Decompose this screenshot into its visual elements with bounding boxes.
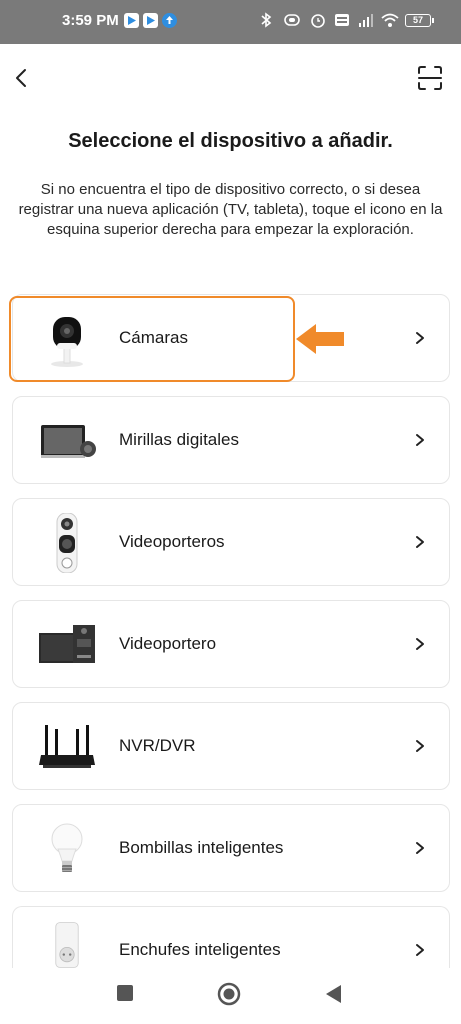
video-intercom-icon xyxy=(39,625,95,663)
chevron-right-icon xyxy=(416,434,424,446)
back-arrow-icon[interactable] xyxy=(10,64,34,92)
bluetooth-icon xyxy=(261,12,272,28)
page-title: Seleccione el dispositivo a añadir. xyxy=(68,130,393,152)
vibrate-icon xyxy=(284,14,300,26)
device-item-enchufes-inteligentes[interactable]: Enchufes inteligentes xyxy=(12,906,450,968)
digital-peephole-icon xyxy=(41,425,96,458)
chevron-right-icon xyxy=(416,842,424,854)
chevron-right-icon xyxy=(416,536,424,548)
play-store-icon xyxy=(143,13,158,28)
device-item-videoporteros[interactable]: Videoporteros xyxy=(12,498,450,586)
chevron-right-icon xyxy=(416,638,424,650)
signal-icon xyxy=(359,14,373,27)
device-label: Videoportero xyxy=(119,634,217,653)
device-item-mirillas-digitales[interactable]: Mirillas digitales xyxy=(12,396,450,484)
indoor-camera-icon xyxy=(51,317,83,367)
volte-icon xyxy=(335,14,349,26)
smart-bulb-icon xyxy=(51,823,83,872)
device-item-camaras[interactable]: Cámaras xyxy=(12,294,450,382)
scan-qr-icon[interactable] xyxy=(417,65,443,91)
alarm-icon xyxy=(311,14,325,28)
device-item-nvr-dvr[interactable]: NVR/DVR xyxy=(12,702,450,790)
status-bar: 3:59 PM 57 xyxy=(0,0,461,44)
battery-icon: 57 xyxy=(405,13,434,27)
device-label: Cámaras xyxy=(119,328,188,347)
notification-icons xyxy=(124,13,177,28)
smart-plug-icon xyxy=(55,922,79,968)
device-item-videoportero[interactable]: Videoportero xyxy=(12,600,450,688)
device-label: Mirillas digitales xyxy=(119,430,239,449)
device-label: Videoporteros xyxy=(119,532,225,551)
page-subtitle: Si no encuentra el tipo de dispositivo c… xyxy=(18,181,443,238)
chevron-right-icon xyxy=(416,332,424,344)
system-navigation-bar xyxy=(0,968,461,1024)
top-bar xyxy=(0,44,461,114)
recent-apps-button[interactable] xyxy=(116,984,134,1002)
video-doorbell-icon xyxy=(56,513,78,573)
device-item-bombillas-inteligentes[interactable]: Bombillas inteligentes xyxy=(12,804,450,892)
nvr-recorder-icon xyxy=(39,725,95,768)
chevron-right-icon xyxy=(416,740,424,752)
play-store-icon xyxy=(124,13,139,28)
back-button[interactable] xyxy=(325,984,343,1004)
pointer-arrow-icon xyxy=(296,324,344,354)
upload-icon xyxy=(162,13,177,28)
device-label: Bombillas inteligentes xyxy=(119,838,284,857)
chevron-right-icon xyxy=(416,944,424,956)
system-status-icons: 57 xyxy=(257,11,434,29)
status-time: 3:59 PM xyxy=(62,12,119,29)
home-button[interactable] xyxy=(217,982,241,1006)
wifi-icon xyxy=(381,13,399,27)
device-label: Enchufes inteligentes xyxy=(119,940,281,959)
device-label: NVR/DVR xyxy=(119,736,196,755)
